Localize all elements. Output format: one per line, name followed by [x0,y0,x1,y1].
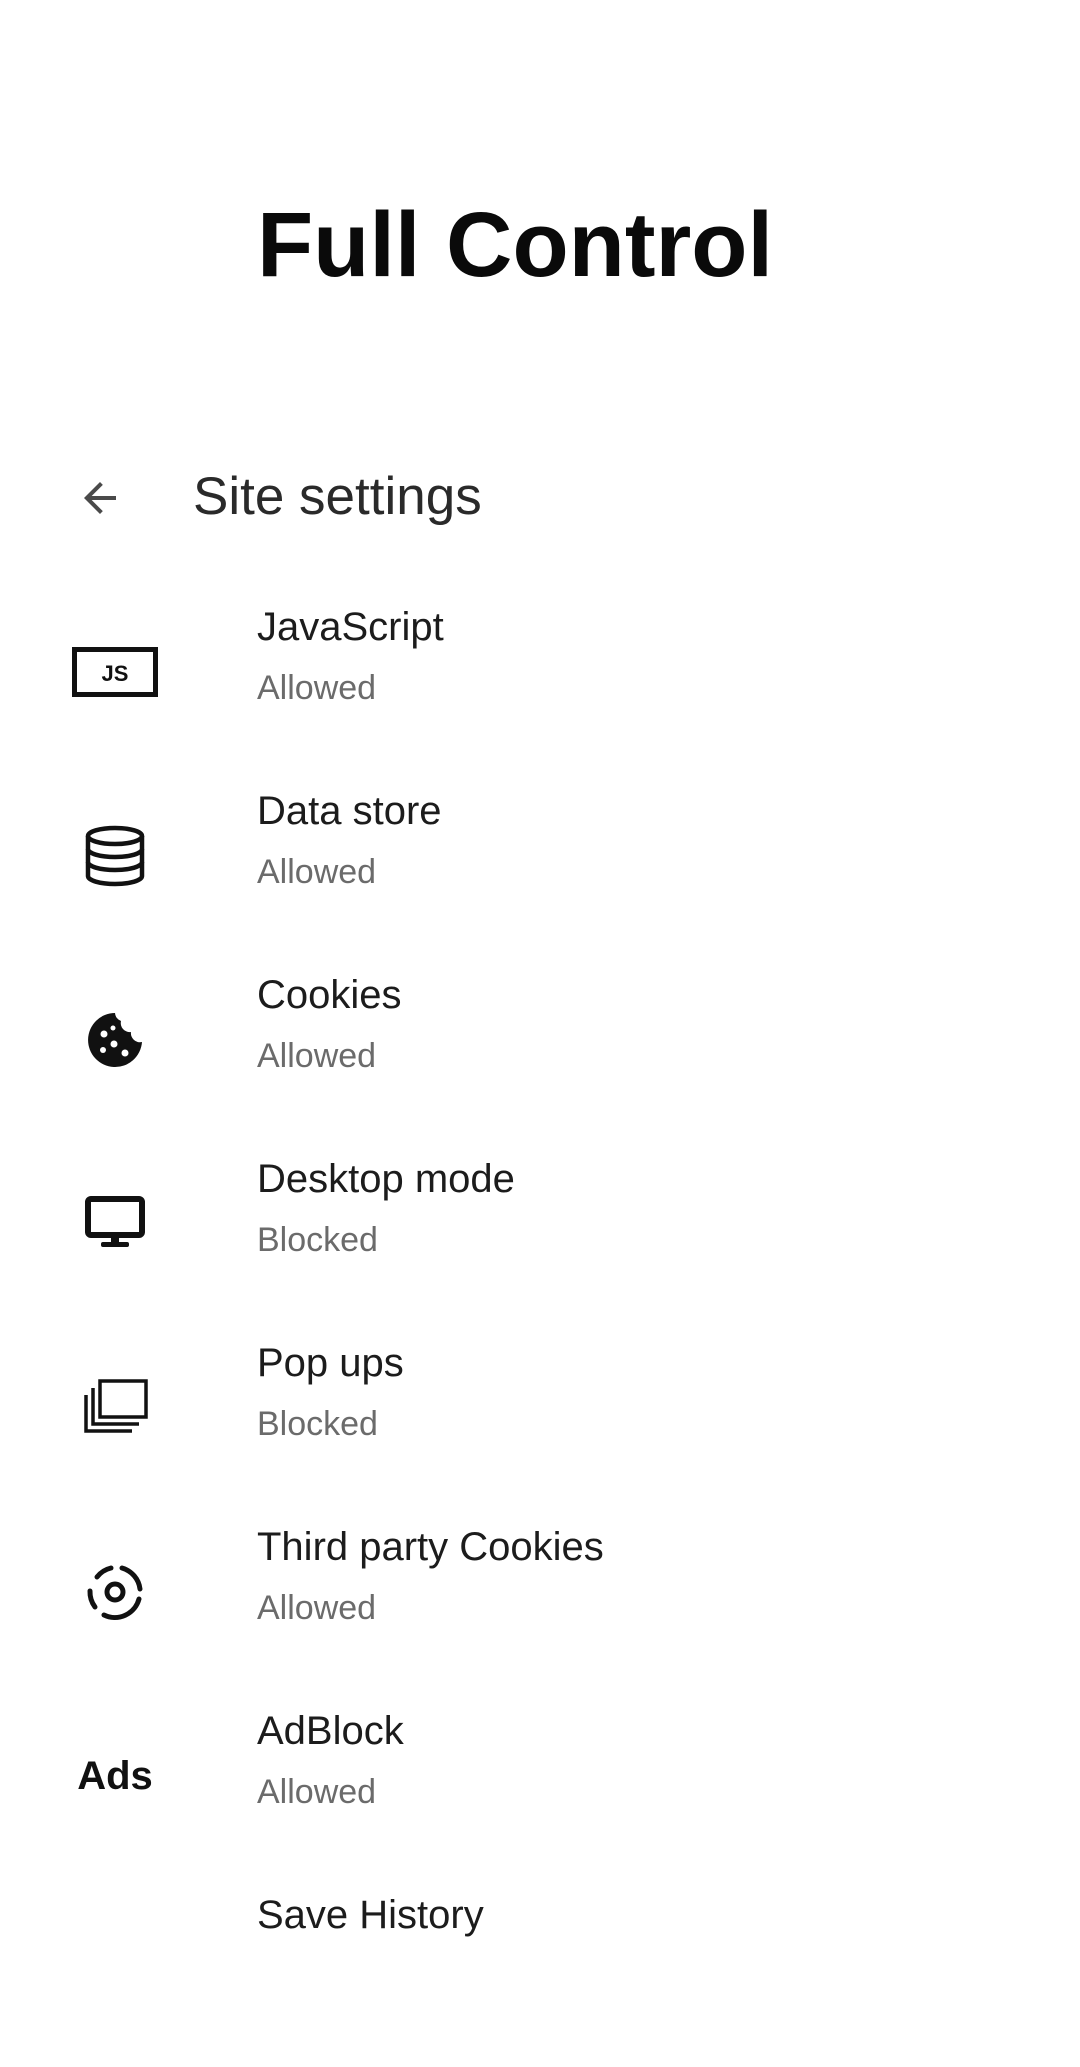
setting-label: JavaScript [257,605,444,649]
ads-icon: Ads [77,1753,153,1798]
setting-status: Allowed [257,1589,377,1627]
screen-title: Site settings [193,467,482,526]
setting-adblock[interactable]: Ads AdBlock Allowed [0,1699,1080,1883]
setting-status: Allowed [257,669,377,707]
setting-label: Save History [257,1893,484,1937]
setting-label: Data store [257,789,442,833]
setting-status: Allowed [257,1037,377,1075]
setting-save-history[interactable]: Save History [0,1883,1080,2067]
setting-label: Cookies [257,973,402,1017]
setting-data-store[interactable]: Data store Allowed [0,779,1080,963]
setting-javascript[interactable]: JS JavaScript Allowed [0,595,1080,779]
setting-label: AdBlock [257,1709,404,1753]
setting-third-party-cookies[interactable]: Third party Cookies Allowed [0,1515,1080,1699]
desktop-icon [60,1179,170,1269]
setting-status: Allowed [257,1773,377,1811]
svg-text:JS: JS [102,661,129,686]
setting-pop-ups[interactable]: Pop ups Blocked [0,1331,1080,1515]
third-party-cookie-icon [60,1547,170,1637]
app-bar: Site settings [0,450,1080,546]
setting-label: Third party Cookies [257,1525,604,1569]
setting-status: Blocked [257,1405,378,1443]
setting-label: Desktop mode [257,1157,515,1201]
setting-label: Pop ups [257,1341,404,1385]
javascript-icon: JS [60,627,170,717]
cookie-icon [60,995,170,1085]
popup-windows-icon [60,1363,170,1453]
setting-desktop-mode[interactable]: Desktop mode Blocked [0,1147,1080,1331]
back-button[interactable] [70,468,130,528]
promo-title: Full Control [256,194,774,296]
arrow-back-icon [84,482,116,514]
database-icon [60,811,170,901]
setting-status: Allowed [257,853,377,891]
settings-list: JS JavaScript Allowed Data store Allowed [0,595,1080,2067]
setting-cookies[interactable]: Cookies Allowed [0,963,1080,1147]
setting-status: Blocked [257,1221,378,1259]
